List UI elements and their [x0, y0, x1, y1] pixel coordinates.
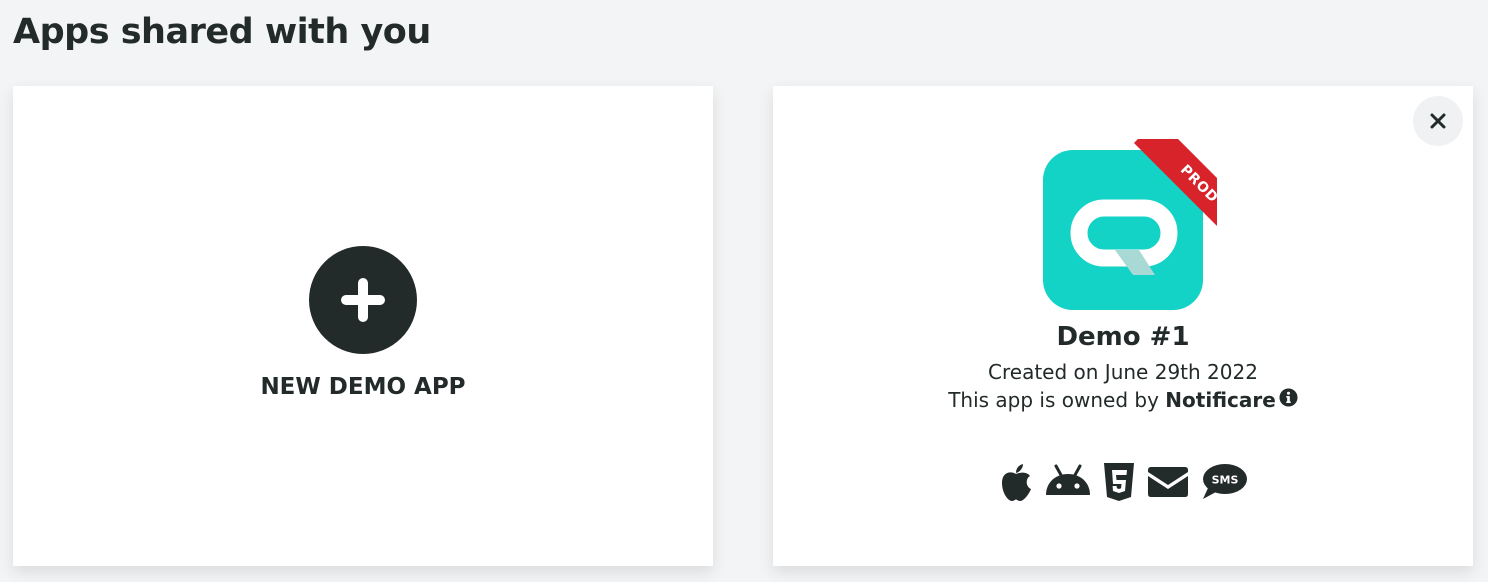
created-date: Created on June 29th 2022	[988, 360, 1258, 384]
plus-icon[interactable]	[309, 246, 417, 354]
sms-icon: SMS	[1200, 462, 1248, 502]
ownership-line: This app is owned by Notificare	[773, 388, 1473, 412]
new-demo-app-label[interactable]: NEW DEMO APP	[13, 374, 713, 400]
email-icon	[1145, 464, 1191, 500]
sms-label: SMS	[1212, 474, 1239, 487]
app-card[interactable]: PROD Demo #1 Created on June 29th 2022 T…	[773, 86, 1473, 566]
owner-name: Notificare	[1165, 388, 1276, 412]
info-icon[interactable]	[1279, 388, 1298, 412]
prod-ribbon: PROD	[1107, 139, 1217, 249]
prod-badge: PROD	[1133, 139, 1217, 249]
new-demo-app-card[interactable]: NEW DEMO APP	[13, 86, 713, 566]
platform-icons: SMS	[998, 460, 1248, 504]
apple-icon	[998, 462, 1034, 502]
close-icon[interactable]	[1413, 96, 1463, 146]
html5-icon	[1102, 461, 1136, 503]
app-name: Demo #1	[1056, 322, 1190, 352]
owned-prefix: This app is owned by	[948, 388, 1166, 412]
close-button[interactable]	[1413, 96, 1463, 146]
page-title: Apps shared with you	[13, 12, 431, 52]
android-icon	[1043, 462, 1093, 502]
